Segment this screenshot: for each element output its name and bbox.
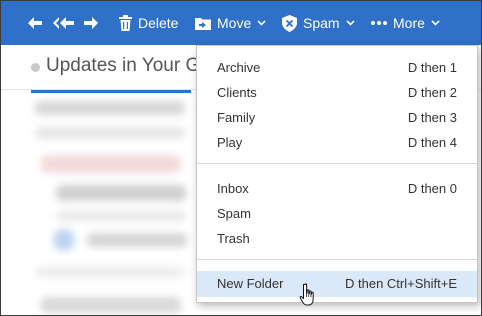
blurred-content [35, 101, 185, 115]
reply-all-button[interactable] [53, 1, 75, 45]
move-dropdown-menu: Archive D then 1 Clients D then 2 Family… [196, 45, 478, 303]
blurred-content [35, 267, 185, 277]
blurred-avatar [53, 229, 75, 251]
ellipsis-icon [371, 21, 387, 25]
blurred-content [41, 297, 181, 313]
folder-move-icon [195, 16, 211, 30]
menu-item-inbox[interactable]: Inbox D then 0 [197, 176, 477, 201]
blurred-content [41, 155, 181, 173]
menu-item-spam[interactable]: Spam [197, 201, 477, 226]
menu-item-archive[interactable]: Archive D then 1 [197, 55, 477, 80]
chevron-down-icon [431, 20, 440, 26]
chevron-down-icon [346, 20, 355, 26]
more-button[interactable]: More [371, 1, 440, 45]
divider [31, 90, 191, 93]
app-window: Delete Move Spam More Updates in Your Gr… [0, 0, 482, 316]
delete-button[interactable]: Delete [119, 1, 178, 45]
blurred-content [87, 233, 187, 247]
forward-icon [83, 16, 99, 30]
move-button[interactable]: Move [195, 1, 266, 45]
move-label: Move [217, 15, 252, 31]
chevron-down-icon [257, 20, 266, 26]
menu-item-play[interactable]: Play D then 4 [197, 130, 477, 155]
delete-label: Delete [138, 15, 179, 31]
menu-item-trash[interactable]: Trash [197, 226, 477, 251]
reply-icon [27, 16, 43, 30]
menu-separator [197, 259, 477, 260]
spam-label: Spam [303, 15, 340, 31]
menu-separator [197, 163, 477, 164]
message-subject: Updates in Your Gro [46, 55, 218, 76]
menu-item-family[interactable]: Family D then 3 [197, 105, 477, 130]
forward-button[interactable] [83, 1, 99, 45]
spam-button[interactable]: Spam [282, 1, 355, 45]
unread-dot [31, 63, 40, 72]
reply-button[interactable] [27, 1, 43, 45]
hand-pointer-icon [299, 283, 317, 307]
trash-icon [119, 15, 132, 31]
menu-item-clients[interactable]: Clients D then 2 [197, 80, 477, 105]
shield-x-icon [282, 14, 297, 32]
reply-all-icon [53, 16, 75, 30]
blurred-content [56, 211, 186, 221]
menu-item-new-folder[interactable]: New Folder D then Ctrl+Shift+E [197, 271, 477, 297]
more-label: More [393, 15, 425, 31]
blurred-content [35, 127, 185, 139]
blurred-content [56, 185, 186, 201]
command-toolbar: Delete Move Spam More [1, 1, 481, 45]
